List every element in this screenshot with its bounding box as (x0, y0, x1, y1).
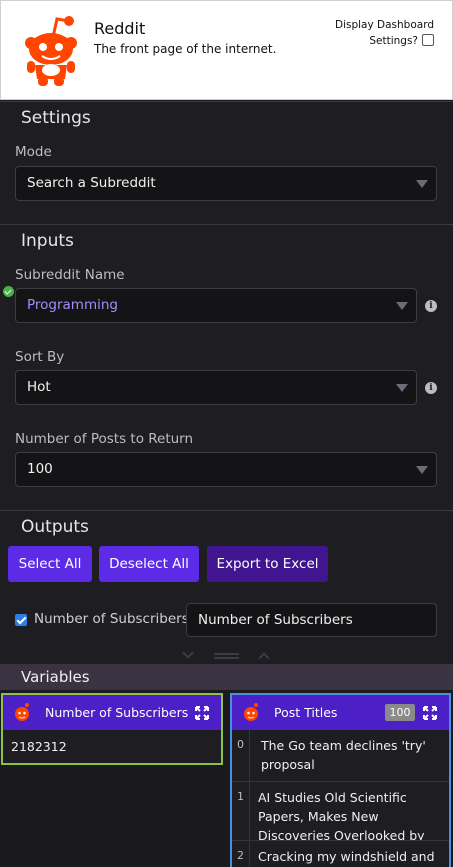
row-text: AI Studies Old Scientific Papers, Makes … (258, 790, 425, 841)
subscribers-value: 2182312 (11, 739, 67, 754)
row-index: 2 (232, 841, 250, 867)
subreddit-label: Subreddit Name (15, 267, 125, 283)
table-row[interactable]: 0 The Go team declines 'try' proposal (232, 730, 449, 782)
info-icon[interactable]: i (425, 382, 437, 394)
subscribers-card[interactable]: Number of Subscribers 2182312 (1, 693, 223, 765)
panel-resizer[interactable] (0, 647, 453, 664)
variables-title: Variables (21, 668, 90, 686)
row-text: Cracking my windshield and (258, 849, 435, 864)
post-count-label: Number of Posts to Return (15, 431, 194, 447)
app-title: Reddit (94, 19, 146, 38)
post-titles-card-header: Post Titles 100 (232, 695, 449, 730)
reddit-alien-icon (15, 703, 29, 721)
post-titles-card-title: Post Titles (274, 705, 338, 720)
row-text: The Go team declines 'try' proposal (261, 738, 426, 772)
reddit-alien-icon (244, 703, 258, 721)
output-name-input[interactable]: Number of Subscribers (186, 603, 437, 637)
sort-select[interactable]: Hot (15, 370, 417, 405)
info-icon[interactable]: i (425, 300, 437, 312)
subreddit-value: Programming (27, 297, 118, 313)
settings-title: Settings (21, 108, 91, 128)
select-all-button[interactable]: Select All (8, 546, 92, 582)
post-count-select[interactable]: 100 (15, 452, 437, 487)
reddit-logo-icon (25, 16, 77, 86)
row-index: 0 (232, 730, 250, 781)
dashboard-settings-label: Display Dashboard Settings? (334, 19, 434, 47)
chevron-up-icon[interactable] (258, 652, 270, 664)
table-row[interactable]: 1 AI Studies Old Scientific Papers, Make… (232, 782, 449, 841)
table-row[interactable]: 2 Cracking my windshield and (232, 841, 449, 867)
subscribers-card-header: Number of Subscribers (3, 695, 221, 730)
subreddit-select[interactable]: Programming (15, 288, 417, 323)
check-circle-icon (3, 286, 14, 297)
grip-line (214, 653, 239, 655)
dashboard-settings-toggle[interactable]: Display Dashboard Settings? (334, 17, 434, 49)
grip-line (214, 657, 239, 659)
mode-value: Search a Subreddit (27, 175, 156, 191)
chevron-down-icon (416, 466, 428, 474)
sort-label: Sort By (15, 349, 65, 365)
chevron-down-icon (416, 180, 428, 188)
mode-select[interactable]: Search a Subreddit (15, 166, 437, 201)
post-count-badge: 100 (385, 704, 415, 721)
subscribers-checkbox-label: Number of Subscribers (34, 611, 189, 627)
subscribers-checkbox[interactable] (15, 614, 27, 626)
dashboard-settings-checkbox[interactable] (422, 34, 434, 46)
expand-icon[interactable] (195, 706, 209, 720)
app-subtitle: The front page of the internet. (94, 42, 277, 56)
chevron-down-icon (396, 384, 408, 392)
export-excel-button[interactable]: Export to Excel (207, 546, 328, 582)
deselect-all-button[interactable]: Deselect All (99, 546, 199, 582)
expand-icon[interactable] (423, 706, 437, 720)
app-header: Reddit The front page of the internet. D… (0, 0, 453, 100)
outputs-title: Outputs (21, 517, 89, 537)
subscribers-card-title: Number of Subscribers (45, 705, 189, 720)
sort-value: Hot (27, 379, 51, 395)
inputs-title: Inputs (21, 231, 74, 251)
chevron-down-icon (396, 302, 408, 310)
post-titles-card[interactable]: Post Titles 100 0 The Go team declines '… (230, 693, 451, 867)
mode-label: Mode (15, 144, 52, 160)
row-index: 1 (232, 782, 250, 840)
chevron-down-icon[interactable] (182, 647, 194, 659)
post-count-value: 100 (27, 461, 53, 477)
